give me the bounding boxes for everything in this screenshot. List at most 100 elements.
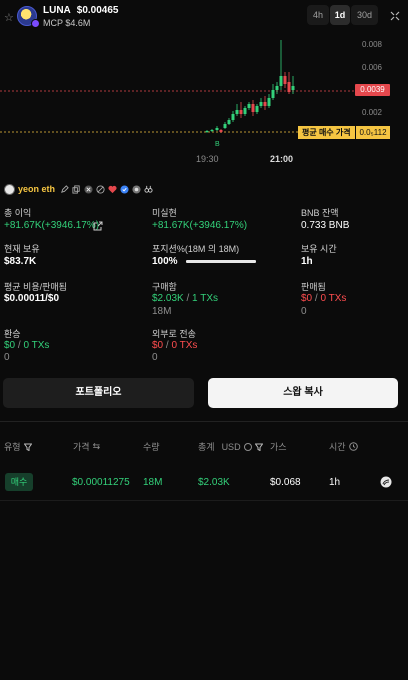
copy-icon[interactable] <box>72 184 81 194</box>
token-symbol: LUNA <box>43 5 71 16</box>
token-header: ☆ LUNA $0.00465 MCP $4.6M 4h 1d 30d <box>0 0 408 32</box>
x-tick-label: 19:30 <box>196 154 219 164</box>
col-amount[interactable]: 수량 <box>143 440 160 453</box>
candle-body <box>239 110 243 114</box>
transfer-label: 외부로 전송 <box>152 329 196 339</box>
avg-buy-label: 평균 매수 가격 <box>298 126 355 139</box>
col-total-label: 총계 <box>198 442 215 452</box>
candle-body <box>231 114 235 120</box>
candle-body <box>247 104 251 108</box>
candle-body <box>259 102 263 106</box>
candle-body <box>227 120 231 124</box>
col-amount-label: 수량 <box>143 442 160 452</box>
explorer-icon[interactable] <box>380 476 392 488</box>
candle-body <box>267 98 271 106</box>
collapse-icon[interactable] <box>390 11 400 24</box>
row-amount: 18M <box>143 477 163 488</box>
transfer-value: $0 / 0 TXs <box>152 340 197 351</box>
col-gas[interactable]: 가스 <box>270 440 287 453</box>
sold-sub: 0 <box>301 306 307 317</box>
clock-icon[interactable] <box>348 442 358 451</box>
transfer-sub: 0 <box>152 352 158 363</box>
refund-value: $0 / 0 TXs <box>4 340 49 351</box>
filter-icon[interactable] <box>254 443 263 451</box>
position-progress-bar <box>186 260 256 263</box>
heart-icon[interactable] <box>108 185 117 194</box>
candle-body <box>291 86 295 90</box>
candle-body <box>271 90 275 98</box>
row-time: 1h <box>329 477 341 488</box>
candle-body <box>287 82 291 92</box>
col-gas-label: 가스 <box>270 442 287 452</box>
candlestick-area <box>0 40 356 133</box>
candle-body <box>255 106 259 112</box>
filter-icon[interactable] <box>23 443 32 451</box>
col-time[interactable]: 시간 <box>329 440 358 453</box>
position-value: 100% <box>152 256 178 267</box>
position-label: 포지션%(18M 의 18M) <box>152 244 240 254</box>
transfer-txs: 0 TXs <box>171 340 198 351</box>
candle-body <box>219 130 223 132</box>
sold-amount: $0 <box>301 293 313 304</box>
block-icon[interactable] <box>96 184 105 194</box>
bnb-balance-label: BNB 잔액 <box>301 208 339 218</box>
candle-body <box>210 130 214 131</box>
currency-toggle-icon[interactable] <box>243 442 252 451</box>
timeframe-1d[interactable]: 1d <box>330 5 350 25</box>
avg-buy-value: 0.0₅112 <box>356 126 390 139</box>
scanner-icon[interactable] <box>132 184 141 194</box>
timeframe-4h[interactable]: 4h <box>307 5 329 25</box>
unrealized-value: +81.67K(+3946.17%) <box>152 220 248 231</box>
candle-body <box>243 108 247 114</box>
wallet-row: yeon eth <box>4 182 153 196</box>
candle-body <box>279 76 283 86</box>
copy-swap-button[interactable]: 스왑 복사 <box>208 378 398 408</box>
col-total[interactable]: 총계 USD <box>198 440 263 453</box>
candle-body <box>205 131 209 132</box>
divider <box>0 421 408 422</box>
sold-label: 판매됨 <box>301 282 326 292</box>
candle-body <box>223 124 227 128</box>
transfer-amount: $0 <box>152 340 164 351</box>
bought-txs: 1 TXs <box>192 293 218 304</box>
holding-label: 현재 보유 <box>4 244 40 254</box>
col-price[interactable]: 가격 ⇆ <box>73 440 100 453</box>
binoculars-icon[interactable] <box>144 185 153 194</box>
x-icon[interactable] <box>84 184 93 194</box>
share-icon[interactable] <box>93 221 103 231</box>
col-total-unit[interactable]: USD <box>222 442 241 452</box>
verified-icon[interactable] <box>120 184 129 194</box>
portfolio-button[interactable]: 포트폴리오 <box>3 378 194 408</box>
hold-time-label: 보유 시간 <box>301 244 337 254</box>
bought-label: 구매함 <box>152 282 177 292</box>
y-tick-label: 0.008 <box>361 40 382 49</box>
table-row[interactable]: 매수 $0.00011275 18M $2.03K $0.068 1h <box>0 463 408 501</box>
edit-icon[interactable] <box>60 184 69 194</box>
token-title: LUNA $0.00465 <box>43 5 119 16</box>
current-price-tag: 0.0039 <box>355 84 390 96</box>
timeframe-30d[interactable]: 30d <box>351 5 378 25</box>
refund-amount: $0 <box>4 340 16 351</box>
candle-body <box>235 110 239 114</box>
star-icon[interactable]: ☆ <box>4 11 14 24</box>
col-time-label: 시간 <box>329 442 346 452</box>
type-badge: 매수 <box>5 473 33 491</box>
refund-txs: 0 TXs <box>23 340 50 351</box>
wallet-name[interactable]: yeon eth <box>18 184 55 194</box>
candle-body <box>275 86 279 90</box>
bought-sub: 18M <box>152 306 172 317</box>
price-chart[interactable]: 0.008 0.006 0.002 0.0039 평균 매수 가격 0.0₅11… <box>0 32 408 172</box>
candle-body <box>215 128 219 130</box>
token-price: $0.00465 <box>76 5 119 16</box>
market-cap: MCP $4.6M <box>43 18 91 28</box>
wallet-avatar <box>4 183 15 195</box>
col-type[interactable]: 유형 <box>4 440 32 453</box>
holding-value: $83.7K <box>4 256 37 267</box>
avg-cost-value: $0.00011/$0 <box>4 293 60 304</box>
chain-badge-icon <box>31 19 40 28</box>
refund-sub: 0 <box>4 352 10 363</box>
swap-icon[interactable]: ⇆ <box>93 441 101 452</box>
hold-time-value: 1h <box>301 256 313 267</box>
row-price: $0.00011275 <box>72 477 130 488</box>
y-tick-label: 0.006 <box>361 63 382 72</box>
